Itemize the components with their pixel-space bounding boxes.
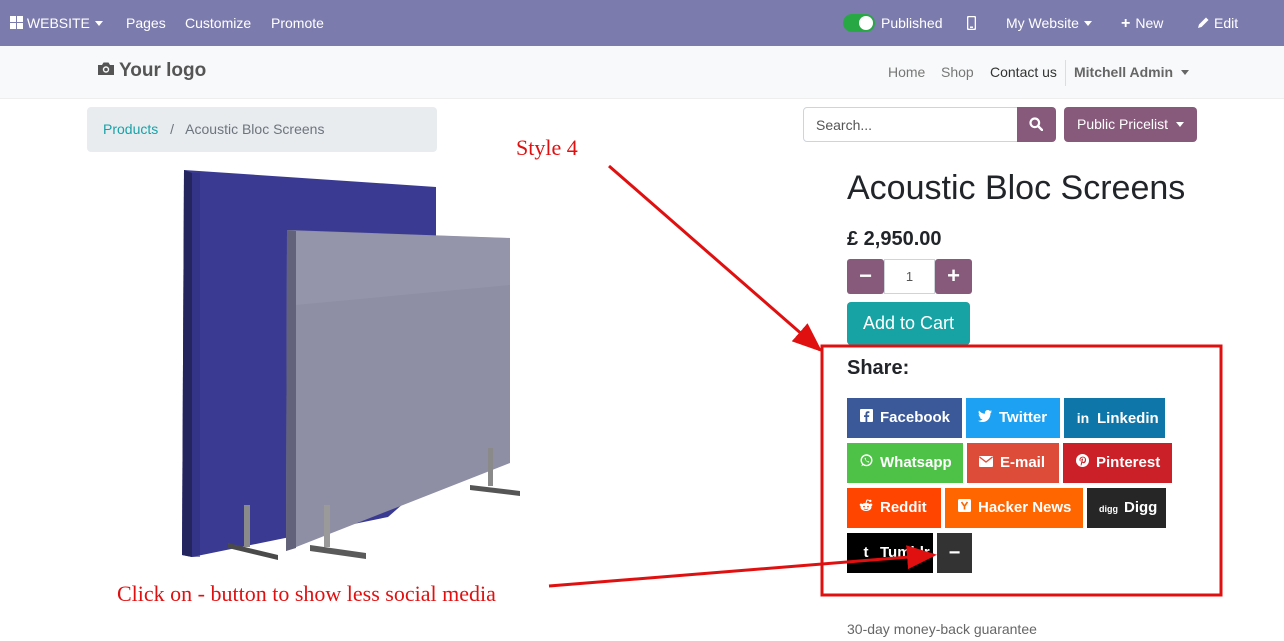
share-pinterest-button[interactable]: Pinterest (1063, 443, 1172, 483)
apps-grid-icon (10, 16, 23, 30)
logo-text: Your logo (119, 60, 207, 81)
share-twitter-label: Twitter (999, 409, 1048, 426)
search-input[interactable] (803, 107, 1018, 142)
show-less-button[interactable]: − (937, 533, 972, 573)
share-twitter-button[interactable]: Twitter (966, 398, 1060, 438)
nav-shop[interactable]: Shop (941, 64, 974, 80)
admin-topbar: WEBSITE Pages Customize Promote Publishe… (0, 0, 1284, 46)
camera-icon (98, 62, 114, 76)
promote-menu[interactable]: Promote (271, 0, 324, 46)
reddit-icon (859, 488, 873, 528)
caret-down-icon (1176, 121, 1185, 127)
share-linkedin-label: Linkedin (1097, 410, 1159, 427)
product-price: £ 2,950.00 (847, 228, 942, 250)
caret-down-icon (1181, 69, 1190, 75)
share-facebook-button[interactable]: Facebook (847, 398, 962, 438)
linkedin-icon: in (1076, 410, 1090, 426)
my-website-menu[interactable]: My Website (1006, 0, 1092, 46)
mobile-icon (966, 15, 977, 31)
add-to-cart-button[interactable]: Add to Cart (847, 302, 970, 345)
envelope-icon (979, 443, 993, 483)
annotation-style-label: Style 4 (516, 135, 578, 160)
hacker-news-icon (957, 488, 971, 528)
share-tumblr-button[interactable]: t Tumblr (847, 533, 933, 573)
mobile-preview-button[interactable] (966, 0, 977, 46)
pages-menu[interactable]: Pages (126, 0, 166, 46)
published-label: Published (881, 15, 943, 31)
pricelist-dropdown[interactable]: Public Pricelist (1064, 107, 1197, 142)
share-whatsapp-label: Whatsapp (880, 454, 952, 471)
search-button[interactable] (1017, 107, 1056, 142)
product-image (182, 170, 520, 560)
share-facebook-label: Facebook (880, 409, 951, 426)
caret-down-icon (1083, 20, 1092, 26)
breadcrumb: Products / Acoustic Bloc Screens (87, 107, 437, 152)
digg-icon: digg (1099, 504, 1118, 514)
pricelist-label: Public Pricelist (1077, 116, 1169, 132)
new-button[interactable]: + New (1121, 0, 1163, 46)
share-email-label: E-mail (1000, 454, 1046, 471)
pinterest-icon (1075, 443, 1089, 483)
share-reddit-button[interactable]: Reddit (847, 488, 941, 528)
whatsapp-icon (859, 443, 873, 483)
quantity-input[interactable] (884, 259, 935, 294)
guarantee-text: 30-day money-back guarantee (847, 621, 1037, 637)
breadcrumb-current: Acoustic Bloc Screens (185, 121, 325, 137)
share-linkedin-button[interactable]: in Linkedin (1064, 398, 1165, 438)
website-menu[interactable]: WEBSITE (10, 0, 103, 46)
published-toggle[interactable] (843, 14, 875, 32)
breadcrumb-separator: / (170, 121, 175, 137)
caret-down-icon (94, 20, 103, 26)
tumblr-icon: t (863, 544, 869, 561)
facebook-icon (859, 398, 873, 438)
twitter-icon (978, 398, 992, 438)
nav-home[interactable]: Home (888, 64, 925, 80)
new-label: New (1135, 15, 1164, 31)
share-tumblr-label: Tumblr (880, 544, 930, 561)
share-label: Share: (847, 357, 910, 379)
share-reddit-label: Reddit (880, 499, 927, 516)
user-name: Mitchell Admin (1074, 64, 1174, 80)
share-digg-label: Digg (1124, 499, 1158, 516)
plus-icon: + (1121, 15, 1131, 32)
minus-icon: − (948, 542, 961, 564)
share-hacker-news-button[interactable]: Hacker News (945, 488, 1083, 528)
nav-contact[interactable]: Contact us (990, 64, 1057, 80)
share-whatsapp-button[interactable]: Whatsapp (847, 443, 963, 483)
user-menu[interactable]: Mitchell Admin (1074, 64, 1190, 80)
quantity-decrease-button[interactable]: − (847, 259, 884, 294)
site-navbar: Your logo Home Shop Contact us Mitchell … (0, 46, 1284, 99)
quantity-increase-button[interactable]: + (935, 259, 972, 294)
share-email-button[interactable]: E-mail (967, 443, 1059, 483)
search-icon (1029, 117, 1043, 131)
pencil-icon (1198, 17, 1209, 29)
share-pinterest-label: Pinterest (1096, 454, 1161, 471)
edit-button[interactable]: Edit (1197, 0, 1238, 46)
product-title: Acoustic Bloc Screens (847, 169, 1186, 207)
annotation-hint-label: Click on - button to show less social me… (117, 581, 496, 606)
site-logo[interactable]: Your logo (97, 60, 206, 82)
nav-divider (1065, 60, 1066, 86)
share-hacker-news-label: Hacker News (978, 499, 1072, 516)
breadcrumb-products[interactable]: Products (103, 121, 158, 137)
website-menu-label: WEBSITE (26, 15, 90, 31)
edit-label: Edit (1214, 15, 1239, 31)
annotation-arrow-style (608, 164, 823, 352)
share-digg-button[interactable]: digg Digg (1087, 488, 1166, 528)
my-website-label: My Website (1006, 15, 1079, 31)
customize-menu[interactable]: Customize (185, 0, 251, 46)
